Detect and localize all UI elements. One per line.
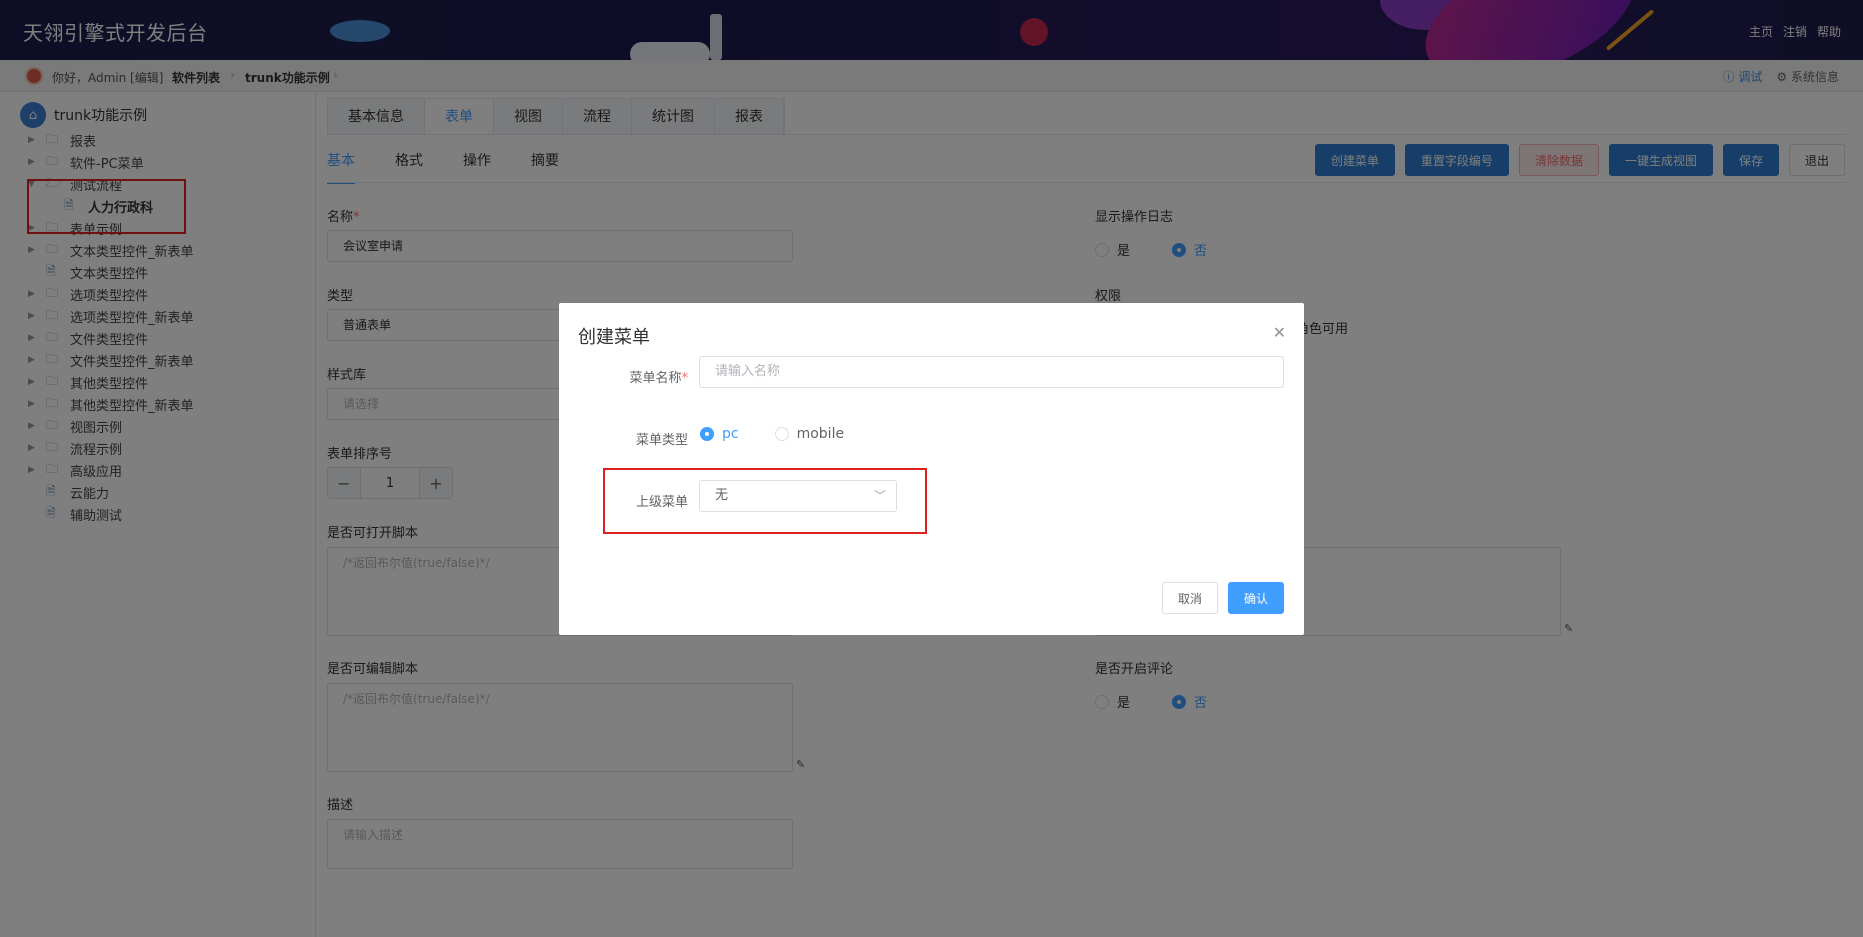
menu-type-label: 菜单类型 [635, 433, 688, 448]
dialog-title: 创建菜单 [578, 327, 650, 348]
type-mobile-radio[interactable] [774, 427, 789, 441]
type-pc-label: pc [722, 426, 739, 442]
cancel-button[interactable]: 取消 [1162, 582, 1218, 614]
menu-type-radio-group: pc mobile [700, 426, 844, 442]
highlight-box [603, 468, 927, 534]
menu-name-label: 菜单名称* [629, 371, 688, 386]
create-menu-dialog: 创建菜单 ✕ 菜单名称* 请输入名称 菜单类型 pc mobile 上级菜单 无… [559, 303, 1304, 635]
type-mobile-label: mobile [796, 426, 845, 442]
confirm-button[interactable]: 确认 [1228, 582, 1284, 614]
menu-name-input[interactable]: 请输入名称 [699, 356, 1284, 388]
type-pc-radio[interactable] [700, 427, 714, 441]
close-icon[interactable]: ✕ [1273, 323, 1286, 342]
